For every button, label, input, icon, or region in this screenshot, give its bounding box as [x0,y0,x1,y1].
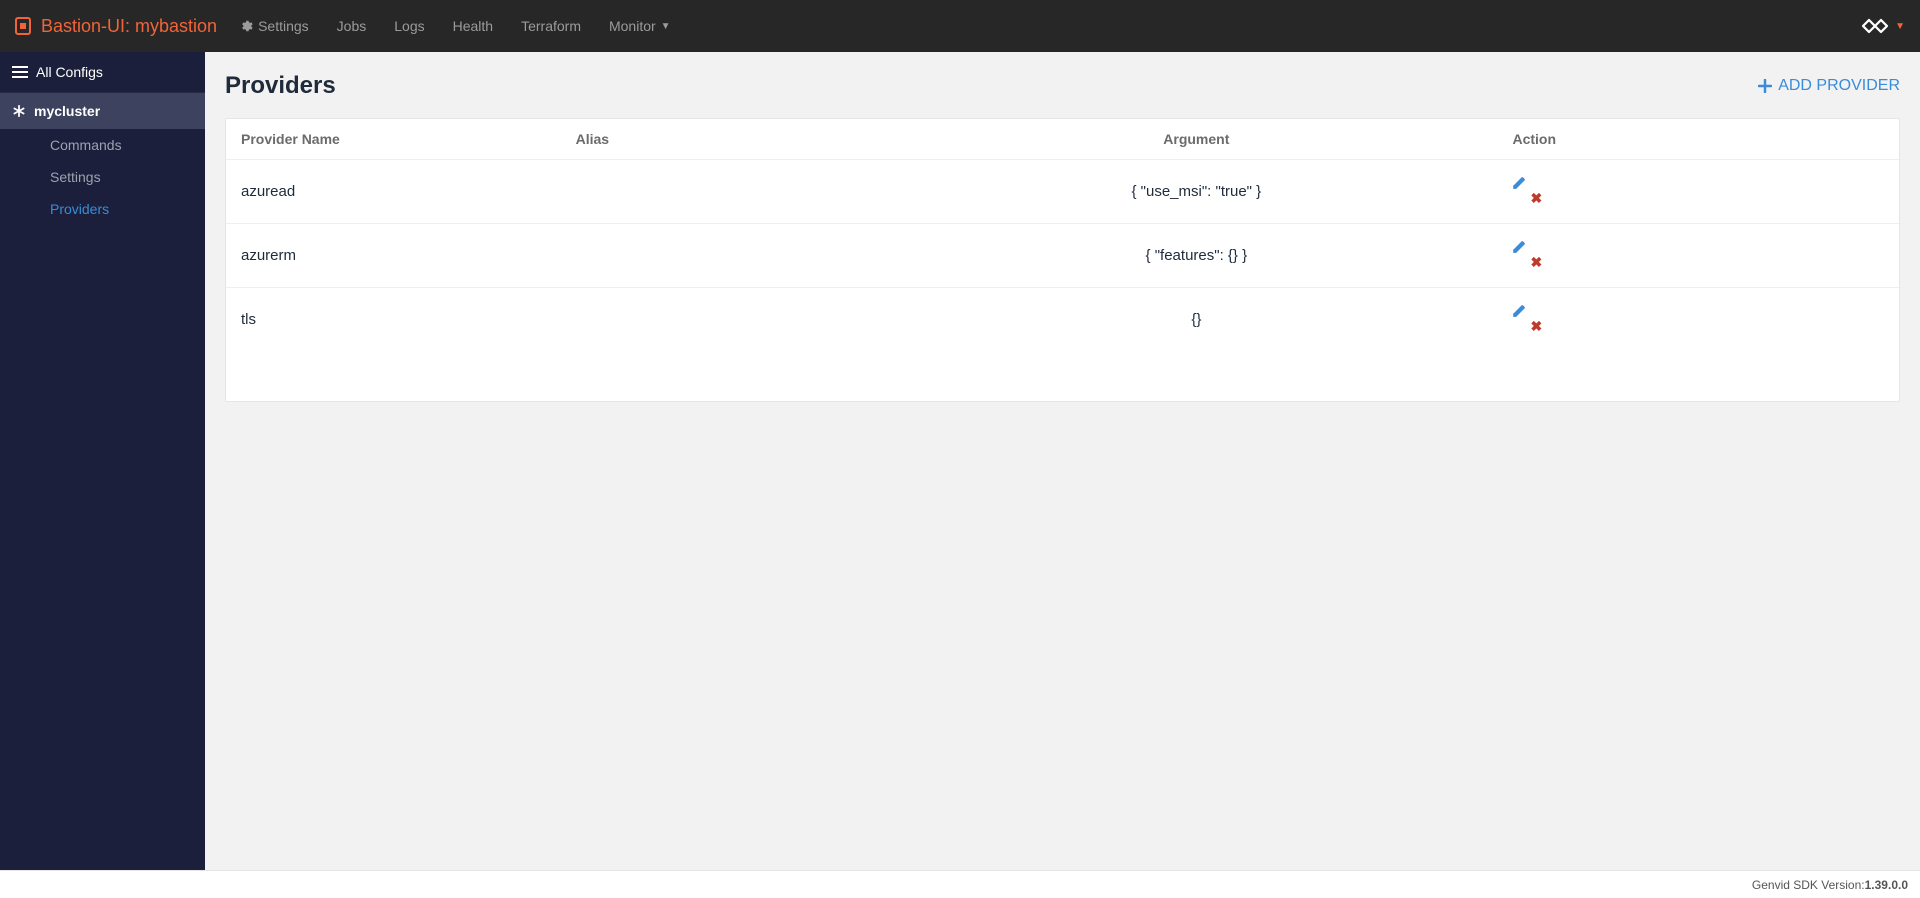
caret-down-icon: ▼ [661,21,671,32]
nav-jobs-label: Jobs [337,18,367,34]
sidebar-item-label: Commands [50,137,122,153]
edit-icon[interactable] [1512,304,1884,318]
nav-jobs[interactable]: Jobs [337,18,367,34]
cell-argument: { "features": {} } [895,224,1497,288]
nav-terraform-label: Terraform [521,18,581,34]
page-header: Providers ADD PROVIDER [225,72,1900,100]
genvid-logo-icon [1860,15,1890,37]
asterisk-icon [12,104,26,118]
providers-table: Provider Name Alias Argument Action azur… [226,119,1899,351]
nav-health[interactable]: Health [453,18,493,34]
brand-label: Bastion-UI: mybastion [41,16,217,37]
nav-health-label: Health [453,18,493,34]
delete-icon[interactable]: ✖ [1530,318,1542,334]
cell-action: ✖ [1497,160,1899,224]
sidebar-item-commands[interactable]: Commands [0,129,205,161]
th-argument: Argument [895,119,1497,160]
brand-icon [15,17,31,35]
edit-icon[interactable] [1512,176,1884,190]
cell-alias [561,224,896,288]
top-navbar: Bastion-UI: mybastion Settings Jobs Logs… [0,0,1920,52]
main-content: Providers ADD PROVIDER Provider Name Ali… [205,52,1920,870]
sidebar: All Configs mycluster Commands Settings … [0,52,205,870]
plus-icon [1758,79,1772,93]
sidebar-cluster-label: mycluster [34,103,100,119]
providers-table-card: Provider Name Alias Argument Action azur… [225,118,1900,402]
delete-icon[interactable]: ✖ [1530,190,1542,206]
sidebar-item-label: Settings [50,169,101,185]
nav-logs[interactable]: Logs [394,18,424,34]
cell-action: ✖ [1497,224,1899,288]
cell-argument: { "use_msi": "true" } [895,160,1497,224]
genvid-logo-dropdown[interactable]: ▼ [1860,15,1905,37]
cell-provider-name: azurerm [226,224,561,288]
add-provider-label: ADD PROVIDER [1778,77,1900,95]
cell-argument: {} [895,288,1497,352]
nav-settings-label: Settings [258,18,309,34]
th-provider-name: Provider Name [226,119,561,160]
brand[interactable]: Bastion-UI: mybastion [15,16,217,37]
sidebar-all-configs[interactable]: All Configs [0,52,205,93]
page-title: Providers [225,72,336,100]
footer-version-label: Genvid SDK Version: [1752,878,1865,892]
sidebar-item-label: Providers [50,201,109,217]
sidebar-cluster[interactable]: mycluster [0,93,205,129]
table-row: tls {} ✖ [226,288,1899,352]
add-provider-button[interactable]: ADD PROVIDER [1758,77,1900,95]
cell-provider-name: azuread [226,160,561,224]
caret-down-icon: ▼ [1895,21,1905,32]
cell-provider-name: tls [226,288,561,352]
footer: Genvid SDK Version: 1.39.0.0 [0,870,1920,898]
list-icon [12,65,28,79]
delete-icon[interactable]: ✖ [1530,254,1542,270]
th-action: Action [1497,119,1899,160]
nav-links: Settings Jobs Logs Health Terraform Moni… [239,18,671,34]
sidebar-all-configs-label: All Configs [36,64,103,80]
th-alias: Alias [561,119,896,160]
cell-alias [561,288,896,352]
nav-terraform[interactable]: Terraform [521,18,581,34]
sidebar-item-providers[interactable]: Providers [0,193,205,225]
sidebar-item-settings[interactable]: Settings [0,161,205,193]
nav-monitor[interactable]: Monitor ▼ [609,18,671,34]
cell-alias [561,160,896,224]
nav-monitor-label: Monitor [609,18,656,34]
gear-icon [239,19,253,33]
table-row: azurerm { "features": {} } ✖ [226,224,1899,288]
nav-logs-label: Logs [394,18,424,34]
edit-icon[interactable] [1512,240,1884,254]
footer-version-value: 1.39.0.0 [1865,878,1908,892]
cell-action: ✖ [1497,288,1899,352]
nav-settings[interactable]: Settings [239,18,309,34]
table-row: azuread { "use_msi": "true" } ✖ [226,160,1899,224]
